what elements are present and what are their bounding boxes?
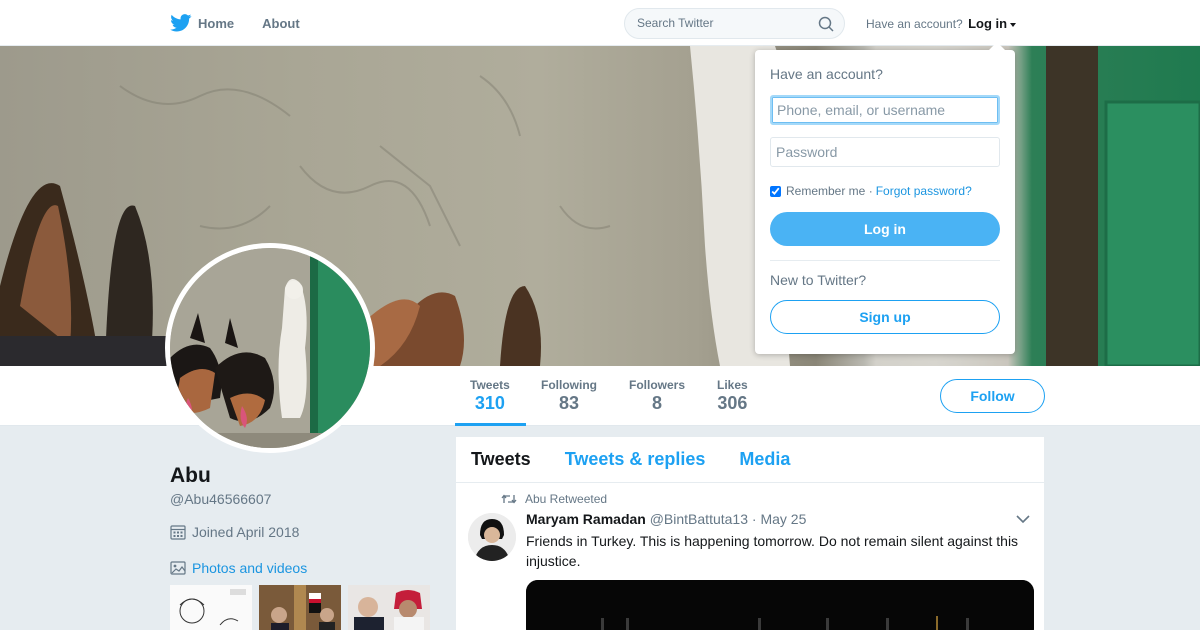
tweet-header: Maryam Ramadan @BintBattuta13 · May 25	[526, 511, 806, 527]
photos-videos-label: Photos and videos	[192, 560, 308, 576]
nav-home[interactable]: Home	[170, 14, 234, 32]
retweet-context-label[interactable]: Abu Retweeted	[525, 492, 607, 506]
account-menu[interactable]: Have an account? Log in	[866, 16, 1017, 31]
tweet-date[interactable]: · May 25	[752, 511, 806, 527]
login-title: Have an account?	[770, 66, 883, 82]
account-prompt: Have an account?	[866, 17, 963, 31]
top-nav: Home About Have an account? Log in	[0, 0, 1200, 46]
timeline: Tweets Tweets & replies Media Abu Retwee…	[456, 437, 1044, 630]
calendar-icon	[170, 525, 186, 540]
password-field[interactable]	[770, 137, 1000, 167]
stat-followers[interactable]: Followers 8	[629, 378, 685, 414]
photo-thumbnail[interactable]	[348, 585, 430, 630]
login-dropdown-toggle[interactable]: Log in	[968, 16, 1007, 31]
search-input[interactable]	[637, 16, 807, 30]
avatar-image	[170, 248, 370, 448]
stat-likes[interactable]: Likes 306	[717, 378, 748, 414]
login-divider	[770, 260, 1000, 261]
search-icon[interactable]	[818, 16, 834, 32]
photos-videos-link[interactable]: Photos and videos	[170, 560, 307, 576]
profile-avatar[interactable]	[165, 243, 375, 453]
stat-following[interactable]: Following 83	[541, 378, 597, 414]
retweet-context: Abu Retweeted	[501, 492, 607, 506]
tweet-author-handle[interactable]: @BintBattuta13	[650, 511, 748, 527]
tweet-author-avatar[interactable]	[468, 513, 516, 561]
thumbnail-image	[259, 585, 341, 630]
image-icon	[170, 561, 186, 575]
signup-button[interactable]: Sign up	[770, 300, 1000, 334]
photo-thumbnail[interactable]	[170, 585, 252, 630]
active-stat-underline	[455, 423, 526, 426]
dropdown-arrow	[989, 42, 1005, 50]
profile-name: Abu	[170, 464, 211, 487]
tweet-author-name[interactable]: Maryam Ramadan	[526, 511, 646, 527]
timeline-tabs: Tweets Tweets & replies Media	[456, 437, 1044, 483]
nav-left: Home About	[170, 0, 328, 46]
remember-separator: ·	[868, 184, 873, 198]
retweet-icon	[501, 494, 517, 504]
stat-label: Followers	[629, 378, 686, 392]
tweet-text: Friends in Turkey. This is happening tom…	[526, 533, 1019, 569]
login-button[interactable]: Log in	[770, 212, 1000, 246]
caret-down-icon[interactable]	[1010, 22, 1017, 27]
profile-joined: Joined April 2018	[170, 524, 299, 540]
joined-text: Joined April 2018	[192, 524, 300, 540]
tab-tweets[interactable]: Tweets	[471, 449, 531, 470]
tab-tweets-replies[interactable]: Tweets & replies	[565, 449, 706, 470]
login-dropdown: Have an account? Remember me · Forgot pa…	[755, 42, 1015, 354]
new-to-twitter-label: New to Twitter?	[770, 272, 867, 288]
twitter-bird-icon	[170, 14, 192, 32]
thumbnail-image	[170, 585, 252, 630]
follow-button[interactable]: Follow	[940, 379, 1045, 413]
stat-value: 310	[474, 393, 505, 413]
nav-about[interactable]: About	[262, 16, 300, 31]
stat-value: 83	[558, 393, 580, 413]
remember-row: Remember me · Forgot password?	[770, 184, 972, 198]
profile-handle[interactable]: @Abu46566607	[170, 491, 271, 507]
thumbnail-image	[348, 585, 430, 630]
forgot-password-link[interactable]: Forgot password?	[876, 184, 972, 198]
tweet-media[interactable]	[526, 580, 1034, 630]
author-avatar-image	[468, 513, 516, 561]
nav-about-label: About	[262, 15, 300, 31]
stat-label: Following	[541, 378, 597, 392]
stat-value: 8	[652, 393, 663, 413]
remember-me-label[interactable]: Remember me	[786, 184, 865, 198]
stat-label: Likes	[717, 378, 748, 392]
remember-me-checkbox[interactable]	[770, 185, 781, 197]
media-preview-image	[526, 580, 1034, 630]
stat-label: Tweets	[470, 378, 510, 392]
tab-media[interactable]: Media	[739, 449, 790, 470]
chevron-down-icon[interactable]	[1016, 514, 1030, 524]
photo-thumbnails	[170, 585, 430, 630]
username-field[interactable]	[770, 95, 1000, 125]
stat-value: 306	[717, 393, 748, 413]
photo-thumbnail[interactable]	[259, 585, 341, 630]
stat-tweets[interactable]: Tweets 310	[470, 378, 510, 414]
nav-home-label: Home	[198, 15, 235, 31]
search-box[interactable]	[624, 8, 845, 39]
